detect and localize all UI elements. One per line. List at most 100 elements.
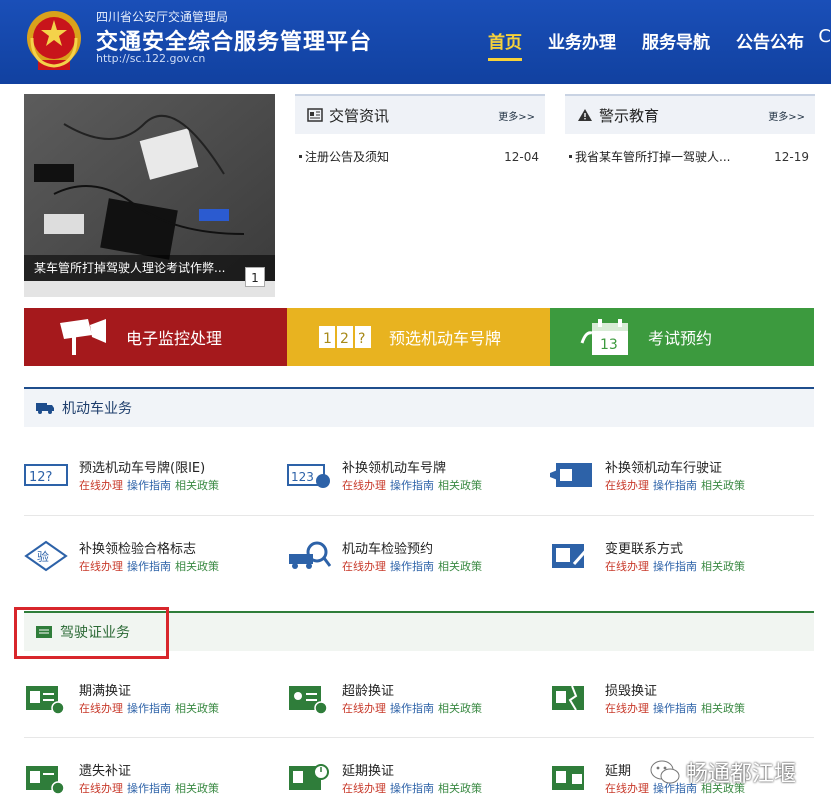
- warning-more-link[interactable]: 更多>>: [768, 108, 805, 123]
- policy-link[interactable]: 相关政策: [438, 560, 482, 573]
- warning-item[interactable]: 我省某车管所打掉一驾驶人... 12-19: [565, 148, 815, 165]
- guide-link[interactable]: 操作指南: [390, 560, 434, 573]
- service-name[interactable]: 补换领机动车行驶证: [605, 457, 722, 476]
- policy-link[interactable]: 相关政策: [175, 702, 219, 715]
- online-link[interactable]: 在线办理: [342, 479, 386, 492]
- guide-link[interactable]: 操作指南: [653, 702, 697, 715]
- slide-index[interactable]: 1: [245, 267, 265, 287]
- watermark: 畅通都江堰: [650, 756, 796, 788]
- guide-link[interactable]: 操作指南: [127, 702, 171, 715]
- guide-link[interactable]: 操作指南: [390, 782, 434, 795]
- online-link[interactable]: 在线办理: [605, 782, 649, 795]
- service-expiry-renewal[interactable]: 期满换证 在线办理 操作指南 相关政策: [24, 680, 274, 726]
- guide-link[interactable]: 操作指南: [390, 479, 434, 492]
- online-link[interactable]: 在线办理: [342, 560, 386, 573]
- guide-link[interactable]: 操作指南: [127, 560, 171, 573]
- news-slideshow[interactable]: 某车管所打掉驾驶人理论考试作弊... 1: [24, 94, 275, 297]
- policy-link[interactable]: 相关政策: [701, 479, 745, 492]
- service-name[interactable]: 超龄换证: [342, 680, 394, 699]
- nav-service-guide[interactable]: 服务导航: [642, 28, 710, 61]
- inspection-car-icon: [289, 541, 331, 569]
- service-preselect-plate[interactable]: 12? 预选机动车号牌(限IE) 在线办理 操作指南 相关政策: [24, 457, 274, 503]
- warning-item-date: 12-19: [774, 149, 809, 164]
- news-more-link[interactable]: 更多>>: [498, 108, 535, 123]
- tile-exam-booking[interactable]: 13 考试预约: [550, 308, 814, 366]
- policy-link[interactable]: 相关政策: [438, 782, 482, 795]
- nav-home[interactable]: 首页: [488, 28, 522, 61]
- site-url[interactable]: http://sc.122.gov.cn: [96, 52, 205, 65]
- bullet-icon: [569, 155, 572, 158]
- service-damaged-renewal[interactable]: 损毁换证 在线办理 操作指南 相关政策: [550, 680, 800, 726]
- service-delay-renewal[interactable]: 延期换证 在线办理 操作指南 相关政策: [287, 760, 537, 806]
- highlight-annotation: [14, 607, 169, 659]
- slide-caption[interactable]: 某车管所打掉驾驶人理论考试作弊...: [24, 255, 275, 281]
- expiry-license-icon: [26, 686, 65, 714]
- service-inspection-booking[interactable]: 机动车检验预约 在线办理 操作指南 相关政策: [287, 538, 537, 584]
- main-nav: 首页 业务办理 服务导航 公告公布: [488, 28, 804, 61]
- service-name[interactable]: 变更联系方式: [605, 538, 683, 557]
- online-link[interactable]: 在线办理: [79, 479, 123, 492]
- service-name[interactable]: 预选机动车号牌(限IE): [79, 457, 205, 476]
- guide-link[interactable]: 操作指南: [127, 479, 171, 492]
- policy-link[interactable]: 相关政策: [438, 479, 482, 492]
- service-links: 在线办理 操作指南 相关政策: [342, 558, 486, 574]
- svg-text:13: 13: [600, 337, 618, 353]
- online-link[interactable]: 在线办理: [342, 702, 386, 715]
- service-name[interactable]: 损毁换证: [605, 680, 657, 699]
- warning-item-title[interactable]: 我省某车管所打掉一驾驶人...: [575, 148, 730, 165]
- service-name[interactable]: 遗失补证: [79, 760, 131, 779]
- service-name[interactable]: 机动车检验预约: [342, 538, 433, 557]
- service-change-contact[interactable]: 变更联系方式 在线办理 操作指南 相关政策: [550, 538, 800, 584]
- news-item[interactable]: 注册公告及须知 12-04: [295, 148, 545, 165]
- news-item-title[interactable]: 注册公告及须知: [305, 148, 389, 165]
- online-link[interactable]: 在线办理: [79, 560, 123, 573]
- service-inspection-mark[interactable]: 验 补换领检验合格标志 在线办理 操作指南 相关政策: [24, 538, 274, 584]
- tile-label: 电子监控处理: [126, 329, 223, 348]
- service-name[interactable]: 补换领检验合格标志: [79, 538, 196, 557]
- vehicle-section-header: 机动车业务: [24, 387, 814, 427]
- service-links: 在线办理 操作指南 相关政策: [79, 780, 223, 796]
- policy-link[interactable]: 相关政策: [701, 560, 745, 573]
- guide-link[interactable]: 操作指南: [653, 479, 697, 492]
- service-links: 在线办理 操作指南 相关政策: [342, 780, 486, 796]
- policy-link[interactable]: 相关政策: [701, 702, 745, 715]
- license-card-icon: [550, 463, 592, 487]
- nav-business[interactable]: 业务办理: [548, 28, 616, 61]
- tile-preselect-plate[interactable]: 1 2 ? 预选机动车号牌: [287, 308, 550, 366]
- news-item-date: 12-04: [504, 149, 539, 164]
- service-replace-plate[interactable]: 123 补换领机动车号牌 在线办理 操作指南 相关政策: [287, 457, 537, 503]
- service-links: 在线办理 操作指南 相关政策: [79, 700, 223, 716]
- policy-link[interactable]: 相关政策: [438, 702, 482, 715]
- svg-text:123: 123: [291, 470, 314, 484]
- overage-license-icon: [289, 686, 328, 714]
- online-link[interactable]: 在线办理: [605, 702, 649, 715]
- service-overage-renewal[interactable]: 超龄换证 在线办理 操作指南 相关政策: [287, 680, 537, 726]
- nav-overflow[interactable]: C: [818, 26, 831, 47]
- service-lost-reissue[interactable]: 遗失补证 在线办理 操作指南 相关政策: [24, 760, 274, 806]
- online-link[interactable]: 在线办理: [605, 560, 649, 573]
- guide-link[interactable]: 操作指南: [127, 782, 171, 795]
- service-links: 在线办理 操作指南 相关政策: [605, 477, 749, 493]
- guide-link[interactable]: 操作指南: [390, 702, 434, 715]
- delay-license-icon: [289, 764, 329, 790]
- service-name[interactable]: 延期换证: [342, 760, 394, 779]
- guide-link[interactable]: 操作指南: [653, 560, 697, 573]
- warning-panel: 警示教育 更多>> 我省某车管所打掉一驾驶人... 12-19: [565, 94, 815, 178]
- online-link[interactable]: 在线办理: [342, 782, 386, 795]
- policy-link[interactable]: 相关政策: [175, 479, 219, 492]
- inspection-mark-icon: 验: [24, 540, 68, 572]
- online-link[interactable]: 在线办理: [605, 479, 649, 492]
- tile-electronic-monitoring[interactable]: 电子监控处理: [24, 308, 287, 366]
- policy-link[interactable]: 相关政策: [175, 560, 219, 573]
- policy-link[interactable]: 相关政策: [175, 782, 219, 795]
- online-link[interactable]: 在线办理: [79, 702, 123, 715]
- service-name[interactable]: 期满换证: [79, 680, 131, 699]
- plate-replace-icon: 123: [287, 464, 330, 488]
- service-name[interactable]: 延期: [605, 760, 631, 779]
- service-replace-license[interactable]: 补换领机动车行驶证 在线办理 操作指南 相关政策: [550, 457, 800, 503]
- nav-announcements[interactable]: 公告公布: [736, 28, 804, 61]
- service-links: 在线办理 操作指南 相关政策: [342, 700, 486, 716]
- service-name[interactable]: 补换领机动车号牌: [342, 457, 446, 476]
- organization-name: 四川省公安厅交通管理局: [96, 10, 229, 24]
- online-link[interactable]: 在线办理: [79, 782, 123, 795]
